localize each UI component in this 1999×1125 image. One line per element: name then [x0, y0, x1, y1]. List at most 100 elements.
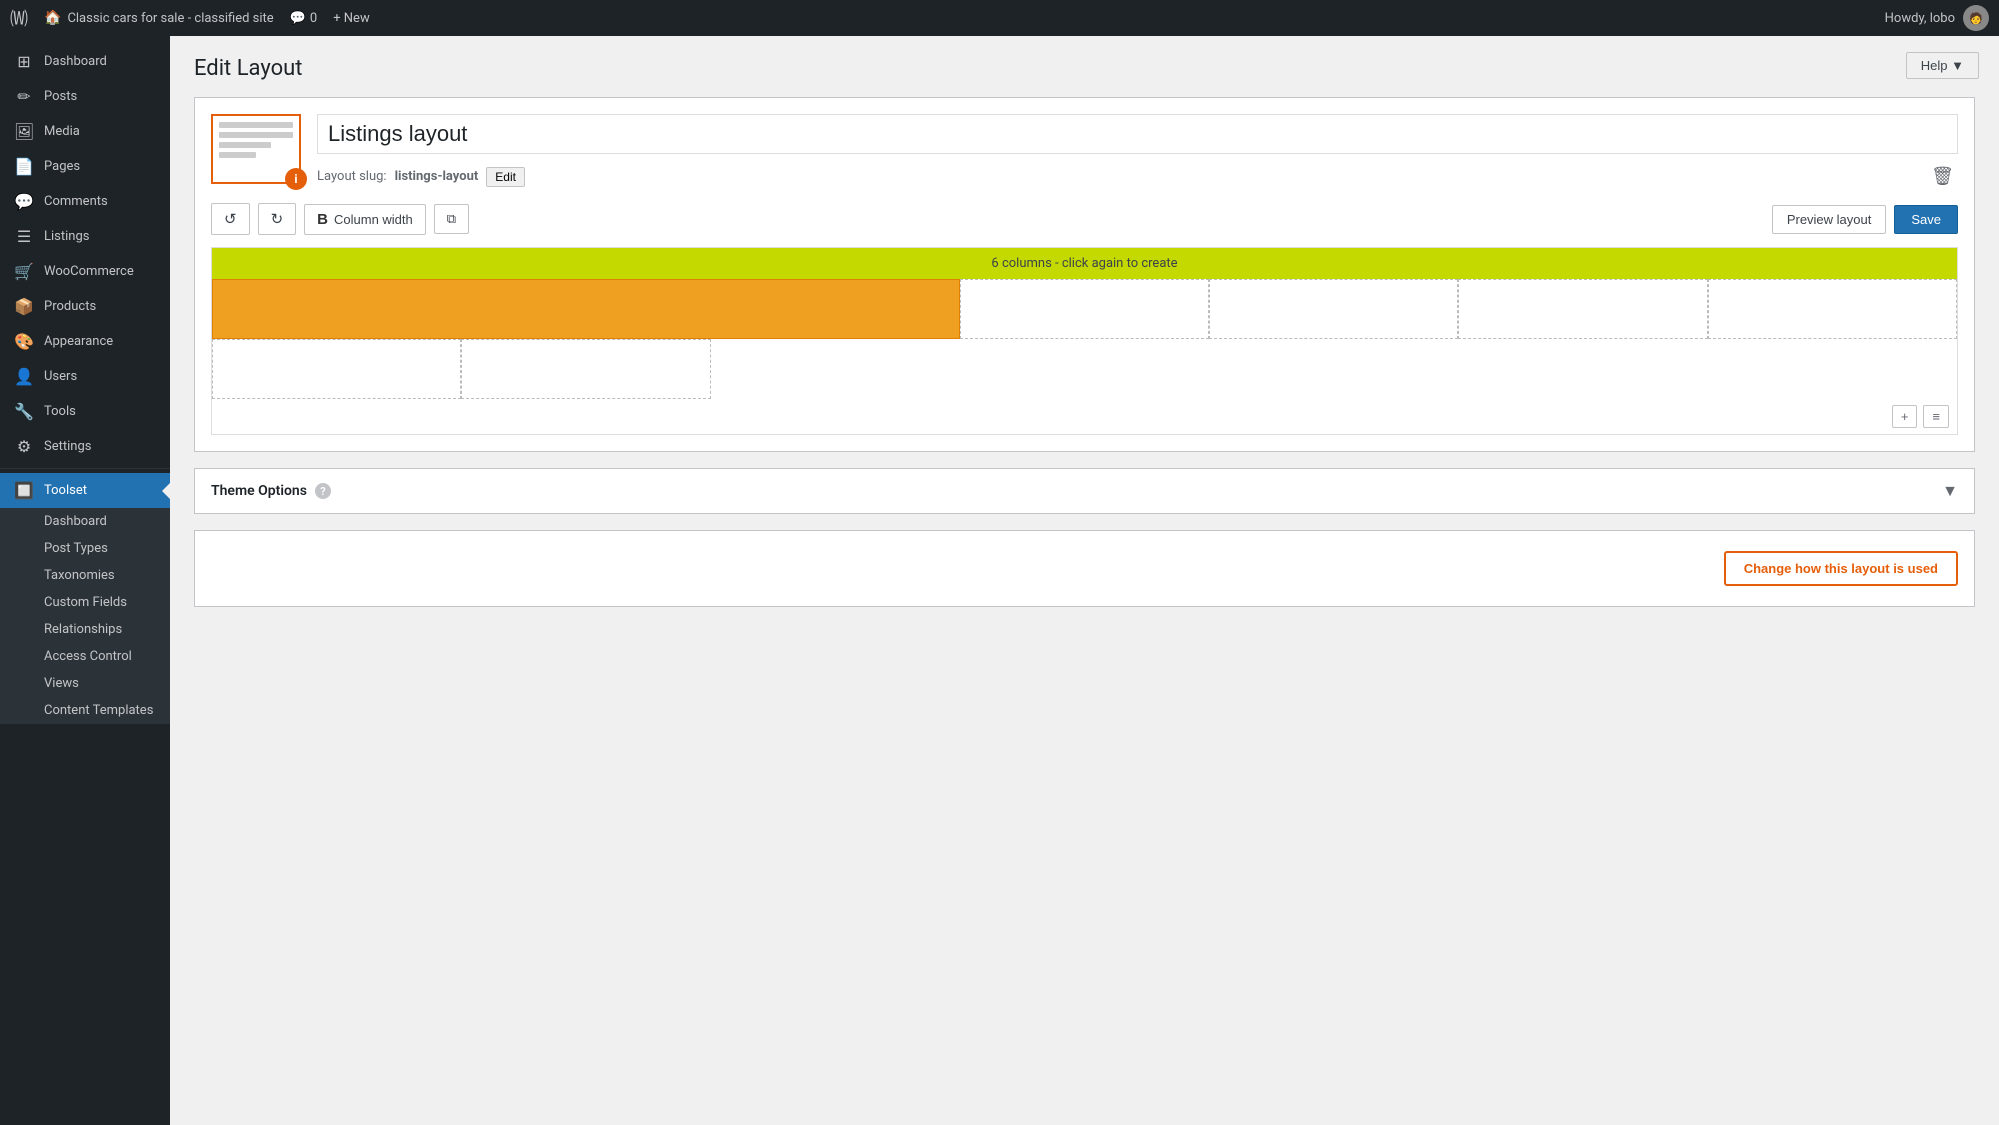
users-icon: 👤	[14, 367, 34, 386]
layout-name-input[interactable]	[317, 114, 1958, 154]
comments-count: 0	[310, 11, 317, 26]
toolset-icon: 🔲	[14, 481, 34, 500]
wp-logo-icon: 🄦	[10, 5, 28, 31]
theme-options-section: Theme Options ? ▼	[194, 468, 1975, 514]
sidebar-item-posts[interactable]: ✏ Posts	[0, 79, 170, 114]
sidebar-label-woo: WooCommerce	[44, 264, 134, 279]
sidebar-item-comments[interactable]: 💬 Comments	[0, 184, 170, 219]
grid-row-header[interactable]: 6 columns - click again to create	[212, 248, 1957, 279]
grid-col-5[interactable]	[1708, 279, 1957, 339]
layout-slug-row: Layout slug: listings-layout Edit 🗑	[317, 162, 1958, 191]
undo-button[interactable]: ↺	[211, 203, 250, 235]
sidebar-label-appearance: Appearance	[44, 334, 113, 349]
help-button[interactable]: Help ▼	[1906, 52, 1979, 79]
change-layout-usage-button[interactable]: Change how this layout is used	[1724, 551, 1958, 586]
edit-slug-button[interactable]: Edit	[486, 167, 525, 187]
thumb-line-3	[219, 142, 271, 148]
add-row-button[interactable]: +	[1892, 405, 1918, 428]
sidebar-item-listings[interactable]: ☰ Listings	[0, 219, 170, 254]
layout-thumbnail: i	[211, 114, 301, 184]
comments-link[interactable]: 💬 0	[290, 11, 318, 26]
grid-col-6[interactable]	[212, 339, 461, 399]
avatar: 🧑	[1963, 5, 1989, 31]
editor-toolbar: ↺ ↻ B Column width ⧉ Preview layout Save	[195, 191, 1974, 247]
posts-icon: ✏	[14, 87, 34, 106]
column-width-icon: B	[317, 211, 328, 228]
sidebar-item-tools[interactable]: 🔧 Tools	[0, 394, 170, 429]
admin-bar: 🄦 🏠 Classic cars for sale - classified s…	[0, 0, 1999, 36]
grid-col-2[interactable]	[960, 279, 1209, 339]
submenu-item-access-control[interactable]: Access Control	[0, 643, 170, 670]
submenu-item-views[interactable]: Views	[0, 670, 170, 697]
sidebar-item-media[interactable]: 🖼 Media	[0, 114, 170, 149]
sidebar-label-dashboard: Dashboard	[44, 54, 107, 69]
sidebar-item-dashboard[interactable]: ⊞ Dashboard	[0, 44, 170, 79]
comment-bubble-icon: 💬	[290, 11, 306, 26]
copy-button[interactable]: ⧉	[434, 204, 469, 234]
submenu-item-post-types[interactable]: Post Types	[0, 535, 170, 562]
listings-icon: ☰	[14, 227, 34, 246]
grid-col-3[interactable]	[1209, 279, 1458, 339]
sidebar: ⊞ Dashboard ✏ Posts 🖼 Media 📄 Pages 💬 Co…	[0, 36, 170, 1125]
slug-label: Layout slug:	[317, 169, 387, 184]
column-width-button[interactable]: B Column width	[304, 204, 426, 235]
grid-canvas: 6 columns - click again to create + ≡	[211, 247, 1958, 435]
house-icon: 🏠	[44, 10, 61, 26]
sidebar-item-products[interactable]: 📦 Products	[0, 289, 170, 324]
save-button[interactable]: Save	[1894, 205, 1958, 234]
layout-name-section: Layout slug: listings-layout Edit 🗑	[317, 114, 1958, 191]
redo-icon: ↻	[271, 210, 284, 228]
thumb-line-4	[219, 152, 256, 158]
theme-options-header[interactable]: Theme Options ? ▼	[195, 469, 1974, 513]
woo-icon: 🛒	[14, 262, 34, 281]
column-width-label: Column width	[334, 212, 413, 227]
delete-layout-button[interactable]: 🗑	[1927, 162, 1958, 191]
submenu-item-relationships[interactable]: Relationships	[0, 616, 170, 643]
theme-options-help-icon[interactable]: ?	[315, 483, 331, 499]
toolset-submenu: Dashboard Post Types Taxonomies Custom F…	[0, 508, 170, 724]
sidebar-item-woocommerce[interactable]: 🛒 WooCommerce	[0, 254, 170, 289]
grid-col-filled[interactable]	[212, 279, 960, 339]
copy-icon: ⧉	[447, 211, 456, 227]
sidebar-label-pages: Pages	[44, 159, 80, 174]
page-title: Edit Layout	[194, 56, 1975, 81]
thumb-line-2	[219, 132, 293, 138]
chevron-down-icon: ▼	[1942, 481, 1958, 501]
main-content: Help ▼ Edit Layout i	[170, 36, 1999, 1125]
sidebar-label-media: Media	[44, 124, 80, 139]
media-icon: 🖼	[14, 122, 34, 141]
appearance-icon: 🎨	[14, 332, 34, 351]
tools-icon: 🔧	[14, 402, 34, 421]
sidebar-item-pages[interactable]: 📄 Pages	[0, 149, 170, 184]
comments-icon: 💬	[14, 192, 34, 211]
sidebar-item-settings[interactable]: ⚙ Settings	[0, 429, 170, 464]
sidebar-item-toolset[interactable]: 🔲 Toolset	[0, 473, 170, 508]
submenu-item-content-templates[interactable]: Content Templates	[0, 697, 170, 724]
list-icon: ≡	[1932, 409, 1940, 424]
preview-layout-button[interactable]: Preview layout	[1772, 205, 1887, 234]
theme-options-title: Theme Options	[211, 483, 307, 499]
howdy-label: Howdy, lobo	[1885, 11, 1955, 26]
submenu-item-taxonomies[interactable]: Taxonomies	[0, 562, 170, 589]
submenu-item-custom-fields[interactable]: Custom Fields	[0, 589, 170, 616]
slug-value: listings-layout	[395, 169, 479, 184]
sidebar-item-appearance[interactable]: 🎨 Appearance	[0, 324, 170, 359]
new-content-label: + New	[333, 11, 370, 26]
thumb-line-1	[219, 122, 293, 128]
add-icon: +	[1901, 409, 1909, 424]
layout-header: i Layout slug: listings-layout Edit 🗑	[195, 98, 1974, 191]
grid-col-4[interactable]	[1458, 279, 1707, 339]
submenu-item-dashboard[interactable]: Dashboard	[0, 508, 170, 535]
site-name-link[interactable]: 🏠 Classic cars for sale - classified sit…	[44, 10, 274, 26]
row-options-button[interactable]: ≡	[1923, 405, 1949, 428]
grid-actions: + ≡	[212, 399, 1957, 434]
dashboard-icon: ⊞	[14, 52, 34, 71]
sidebar-label-users: Users	[44, 369, 77, 384]
products-icon: 📦	[14, 297, 34, 316]
howdy-text: Howdy, lobo 🧑	[1885, 5, 1989, 31]
sidebar-item-users[interactable]: 👤 Users	[0, 359, 170, 394]
redo-button[interactable]: ↻	[258, 203, 297, 235]
sidebar-label-products: Products	[44, 299, 96, 314]
new-content-link[interactable]: + New	[333, 11, 370, 26]
grid-col-7[interactable]	[461, 339, 710, 399]
